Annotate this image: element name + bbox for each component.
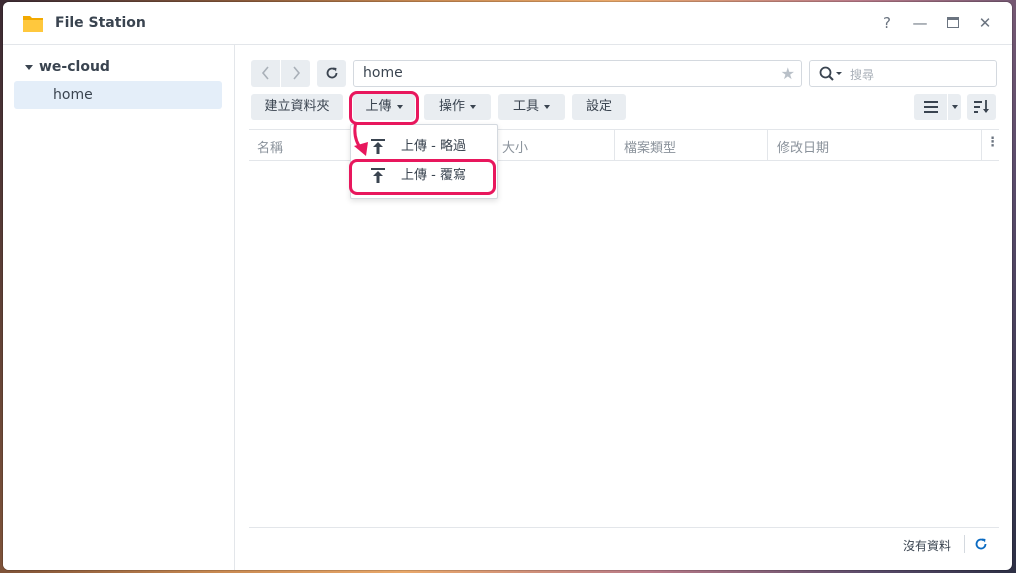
title-bar: File Station ? — ✕ xyxy=(3,2,1012,45)
tools-button[interactable]: 工具 xyxy=(498,94,565,120)
sort-button[interactable] xyxy=(967,94,996,120)
search-placeholder: 搜尋 xyxy=(850,68,875,82)
maximize-button[interactable] xyxy=(942,12,964,34)
refresh-button[interactable] xyxy=(317,60,346,87)
search-icon xyxy=(819,66,842,81)
file-station-window: File Station ? — ✕ we-cloud home home ★ xyxy=(3,2,1012,570)
file-list[interactable] xyxy=(249,160,999,526)
sidebar-item-label: home xyxy=(53,87,93,103)
tree-root-label: we-cloud xyxy=(39,59,110,75)
column-divider xyxy=(767,130,768,160)
footer-divider xyxy=(964,535,965,553)
caret-down-icon xyxy=(470,104,476,109)
tree-root[interactable]: we-cloud xyxy=(25,59,110,75)
create-folder-button[interactable]: 建立資料夾 xyxy=(251,94,343,120)
sidebar: we-cloud home xyxy=(3,45,235,570)
annotation-arrow-icon xyxy=(353,121,368,156)
status-bar: 沒有資料 xyxy=(249,527,999,560)
path-text: home xyxy=(363,65,403,81)
folder-icon xyxy=(21,11,45,35)
overwrite-item-highlight xyxy=(349,159,496,195)
chevron-right-icon xyxy=(292,66,300,80)
column-divider xyxy=(614,130,615,160)
refresh-icon[interactable] xyxy=(974,537,988,551)
star-icon[interactable]: ★ xyxy=(781,61,795,86)
status-text: 沒有資料 xyxy=(902,539,951,553)
list-icon xyxy=(923,101,938,113)
sort-icon xyxy=(973,100,989,113)
close-button[interactable]: ✕ xyxy=(974,12,996,34)
column-file-type[interactable]: 檔案類型 xyxy=(624,137,676,156)
search-input[interactable]: 搜尋 xyxy=(809,60,997,87)
view-list-button[interactable] xyxy=(914,94,947,120)
view-mode-dropdown[interactable] xyxy=(948,94,961,120)
column-menu-icon[interactable]: ⋮ xyxy=(986,135,999,150)
column-size[interactable]: 大小 xyxy=(502,137,528,156)
minimize-button[interactable]: — xyxy=(909,12,931,34)
column-modified-date[interactable]: 修改日期 xyxy=(777,137,829,156)
menu-item-label: 上傳 - 略過 xyxy=(401,139,466,154)
sidebar-item-home[interactable]: home xyxy=(14,81,222,109)
caret-down-icon xyxy=(544,104,550,109)
settings-button[interactable]: 設定 xyxy=(572,94,626,120)
maximize-icon xyxy=(947,17,959,28)
back-button[interactable] xyxy=(251,60,280,87)
action-button[interactable]: 操作 xyxy=(424,94,491,120)
caret-down-icon xyxy=(25,64,33,70)
column-divider xyxy=(981,130,982,160)
column-name[interactable]: 名稱 xyxy=(257,137,283,156)
forward-button[interactable] xyxy=(281,60,310,87)
action-label: 操作 xyxy=(438,99,465,114)
app-title: File Station xyxy=(55,15,146,31)
chevron-left-icon xyxy=(261,66,269,80)
path-bar[interactable]: home ★ xyxy=(353,60,802,87)
help-button[interactable]: ? xyxy=(876,12,898,34)
tools-label: 工具 xyxy=(512,99,539,114)
caret-down-icon xyxy=(951,104,958,109)
refresh-icon xyxy=(326,67,337,79)
